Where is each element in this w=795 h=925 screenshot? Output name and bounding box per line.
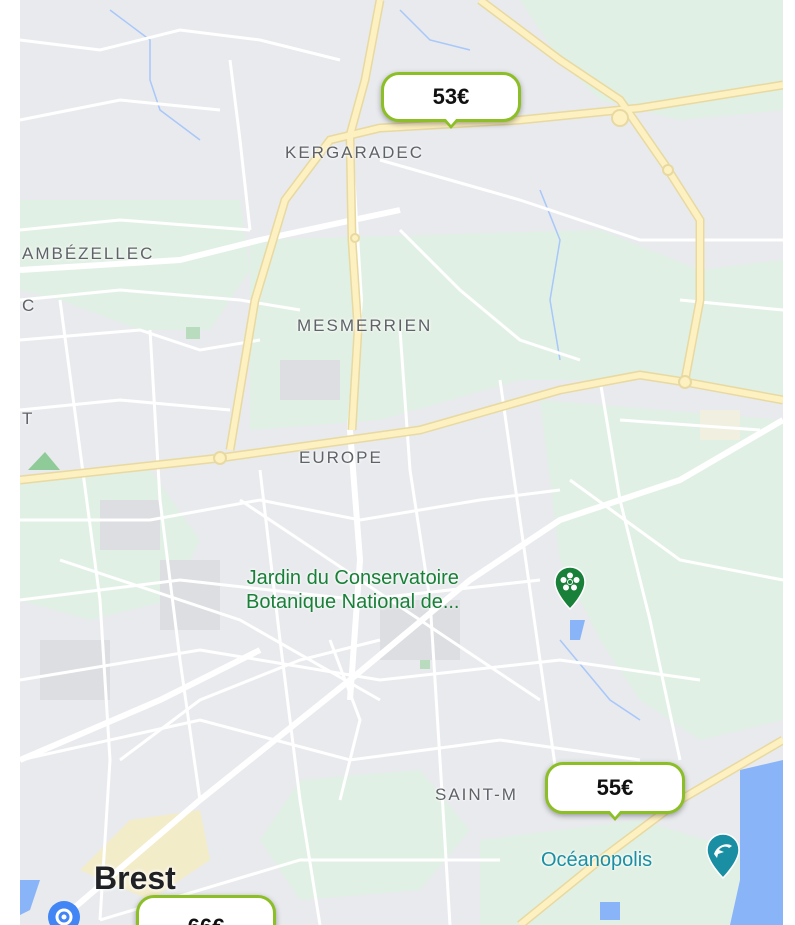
area-label-mesmerrien: MESMERRIEN (297, 316, 433, 335)
poi-label-oceanopolis[interactable]: Océanopolis (541, 848, 652, 872)
area-label-saint-marc: SAINT-M (435, 785, 518, 804)
price-pin-66[interactable]: 66€ (136, 895, 276, 925)
water-area (600, 902, 620, 920)
price-pin-66-label: 66€ (188, 914, 225, 925)
price-pin-53-pointer-inner (445, 118, 457, 125)
roundabout (350, 233, 360, 243)
price-pin-55-label: 55€ (596, 775, 634, 800)
roundabout (678, 375, 692, 389)
roundabout (662, 164, 674, 176)
poi-label-jardin[interactable]: Jardin du Conservatoire Botanique Nation… (246, 566, 460, 614)
area-label-lambezellec: AMBÉZELLEC (22, 244, 155, 263)
gear-icon[interactable] (44, 899, 84, 925)
map-canvas[interactable]: KERGARADEC AMBÉZELLEC C T MESMERRIEN EUR… (0, 0, 795, 925)
map-right-margin (783, 0, 795, 925)
price-pin-53-label: 53€ (432, 84, 470, 109)
map-left-margin (0, 0, 20, 925)
area-label-left-t: T (22, 409, 35, 428)
area-label-europe: EUROPE (299, 448, 383, 467)
price-pin-55-pointer-inner (609, 810, 621, 817)
built-area (100, 500, 160, 550)
poi-label-jardin-line1: Jardin du Conservatoire (246, 567, 459, 589)
roundabout (611, 109, 629, 127)
area-label-lambezellec-c: C (22, 296, 37, 315)
city-label-brest: Brest (94, 860, 176, 896)
roundabout (213, 451, 227, 465)
flower-icon[interactable] (553, 565, 587, 621)
dolphin-icon[interactable] (705, 832, 741, 888)
price-pin-53[interactable]: 53€ (381, 72, 521, 129)
park (186, 327, 200, 339)
built-area (280, 360, 340, 400)
area-label-kergaradec: KERGARADEC (285, 143, 425, 162)
price-pin-55[interactable]: 55€ (545, 762, 685, 821)
poi-label-jardin-line2: Botanique National de... (246, 591, 460, 613)
